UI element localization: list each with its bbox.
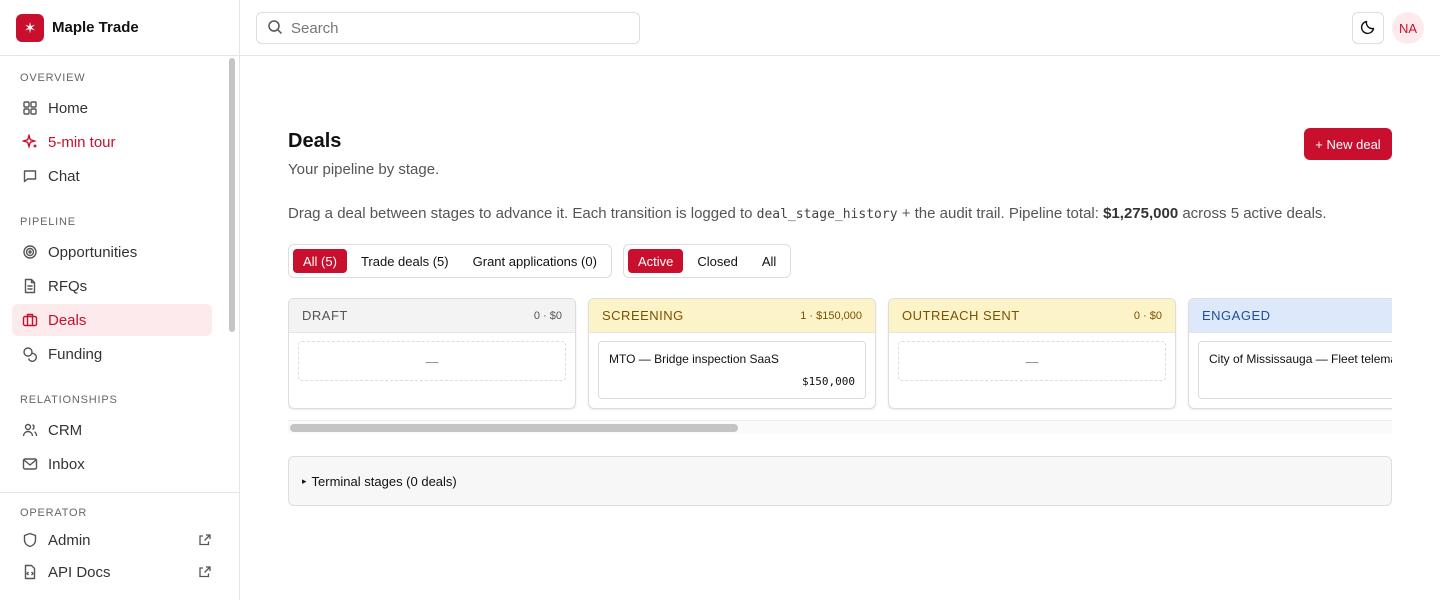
page-title: Deals <box>288 130 342 152</box>
stage-name: OUTREACH SENT <box>902 308 1020 323</box>
sidebar-item-deals[interactable]: Deals <box>12 304 212 336</box>
code-file-icon <box>22 564 38 580</box>
page-subtitle: Your pipeline by stage. <box>288 161 440 178</box>
stage-header: OUTREACH SENT 0 · $0 <box>889 299 1175 333</box>
board-scrollbar[interactable] <box>288 420 1392 434</box>
deal-type-filter: All (5) Trade deals (5) Grant applicatio… <box>288 244 612 278</box>
stage-column-screening: SCREENING 1 · $150,000 MTO — Bridge insp… <box>588 298 876 409</box>
filter-trade-deals[interactable]: Trade deals (5) <box>351 249 459 273</box>
deal-card[interactable]: City of Mississauga — Fleet telema <box>1198 341 1392 399</box>
stage-meta: 0 · $0 <box>533 309 562 322</box>
shield-icon <box>22 532 38 548</box>
deal-title: City of Mississauga — Fleet telema <box>1209 352 1392 366</box>
desc-code: deal_stage_history <box>756 207 898 222</box>
stage-header: ENGAGED <box>1189 299 1392 333</box>
sidebar-item-chat[interactable]: Chat <box>12 160 212 192</box>
avatar[interactable]: NA <box>1392 12 1424 44</box>
chat-icon <box>22 168 38 184</box>
empty-dropzone[interactable]: — <box>298 341 566 381</box>
sidebar-item-inbox[interactable]: Inbox <box>12 448 212 480</box>
sidebar-item-funding[interactable]: Funding <box>12 338 212 370</box>
grid-icon <box>22 100 38 116</box>
sidebar-item-label: Chat <box>48 167 80 185</box>
sidebar-nav: OVERVIEW Home 5-min tour Chat PIPELINE O… <box>0 56 226 492</box>
filter-all[interactable]: All (5) <box>293 249 347 273</box>
kanban-board: DRAFT 0 · $0 — SCREENING 1 · $150,000 MT… <box>288 298 1392 438</box>
brand-name: Maple Trade <box>52 19 139 36</box>
sidebar-item-home[interactable]: Home <box>12 92 212 124</box>
theme-toggle-button[interactable] <box>1352 12 1384 44</box>
sidebar-item-label: CRM <box>48 421 83 439</box>
moon-icon <box>1360 19 1376 38</box>
deal-amount: $150,000 <box>802 375 855 388</box>
stage-meta: 1 · $150,000 <box>800 309 862 322</box>
search-box[interactable] <box>256 12 640 44</box>
stage-name: ENGAGED <box>1202 308 1271 323</box>
stage-name: SCREENING <box>602 308 684 323</box>
sidebar-item-label: API Docs <box>48 563 111 581</box>
sidebar-item-crm[interactable]: CRM <box>12 414 212 446</box>
sidebar-item-admin[interactable]: Admin <box>12 524 212 556</box>
stage-meta: 0 · $0 <box>1133 309 1162 322</box>
section-title-operator: OPERATOR <box>20 507 88 519</box>
desc-prefix: Drag a deal between stages to advance it… <box>288 205 753 222</box>
sidebar-item-label: Funding <box>48 345 103 363</box>
sidebar-operator: OPERATOR Admin API Docs <box>0 492 239 600</box>
board-scrollbar-thumb[interactable] <box>290 424 738 432</box>
stage-name: DRAFT <box>302 308 348 323</box>
sidebar-item-api-docs[interactable]: API Docs <box>12 556 212 588</box>
mail-icon <box>22 456 38 472</box>
search-input[interactable] <box>291 19 621 37</box>
stage-column-engaged: ENGAGED City of Mississauga — Fleet tele… <box>1188 298 1392 409</box>
sidebar-scrollbar[interactable] <box>229 58 235 332</box>
stage-column-draft: DRAFT 0 · $0 — <box>288 298 576 409</box>
sidebar-item-label: Opportunities <box>48 243 138 261</box>
section-title-relationships: RELATIONSHIPS <box>20 394 118 406</box>
empty-dropzone[interactable]: — <box>898 341 1166 381</box>
desc-suffix: across 5 active deals. <box>1182 205 1327 222</box>
document-icon <box>22 278 38 294</box>
new-deal-button[interactable]: + New deal <box>1304 128 1392 160</box>
search-icon <box>267 19 283 38</box>
deal-title: MTO — Bridge inspection SaaS <box>609 352 779 366</box>
sidebar: ✶ Maple Trade OVERVIEW Home 5-min tour C… <box>0 0 240 600</box>
section-title-pipeline: PIPELINE <box>20 216 76 228</box>
stage-column-outreach-sent: OUTREACH SENT 0 · $0 — <box>888 298 1176 409</box>
briefcase-icon <box>22 312 38 328</box>
brand[interactable]: ✶ Maple Trade <box>0 0 239 56</box>
sidebar-item-label: RFQs <box>48 277 88 295</box>
users-icon <box>22 422 38 438</box>
pipeline-description: Drag a deal between stages to advance it… <box>288 205 1327 222</box>
sidebar-item-label: Home <box>48 99 89 117</box>
sidebar-item-tour[interactable]: 5-min tour <box>12 126 212 158</box>
sidebar-item-label: Inbox <box>48 455 85 473</box>
external-link-icon <box>198 565 212 579</box>
sidebar-item-rfqs[interactable]: RFQs <box>12 270 212 302</box>
filter-closed[interactable]: Closed <box>687 249 747 273</box>
filter-active[interactable]: Active <box>628 249 684 273</box>
maple-logo-icon: ✶ <box>16 13 44 42</box>
deal-card[interactable]: MTO — Bridge inspection SaaS $150,000 <box>598 341 866 399</box>
caret-right-icon: ▸ <box>302 475 307 486</box>
sparkle-icon <box>22 134 38 150</box>
sidebar-item-label: Admin <box>48 531 91 549</box>
filter-status-all[interactable]: All <box>752 249 786 273</box>
pipeline-total: $1,275,000 <box>1103 205 1179 222</box>
stage-header: SCREENING 1 · $150,000 <box>589 299 875 333</box>
terminal-stages-label: Terminal stages (0 deals) <box>311 473 457 489</box>
desc-mid: + the audit trail. Pipeline total: <box>901 205 1099 222</box>
deal-status-filter: Active Closed All <box>623 244 792 278</box>
stage-header: DRAFT 0 · $0 <box>289 299 575 333</box>
external-link-icon <box>198 533 212 547</box>
sidebar-item-label: 5-min tour <box>48 133 116 151</box>
target-icon <box>22 244 38 260</box>
coins-icon <box>22 346 38 362</box>
topbar: NA <box>240 0 1440 56</box>
filter-grant-applications[interactable]: Grant applications (0) <box>463 249 607 273</box>
section-title-overview: OVERVIEW <box>20 72 86 84</box>
terminal-stages-toggle[interactable]: ▸ Terminal stages (0 deals) <box>288 456 1392 506</box>
sidebar-item-opportunities[interactable]: Opportunities <box>12 236 212 268</box>
sidebar-item-label: Deals <box>48 311 87 329</box>
